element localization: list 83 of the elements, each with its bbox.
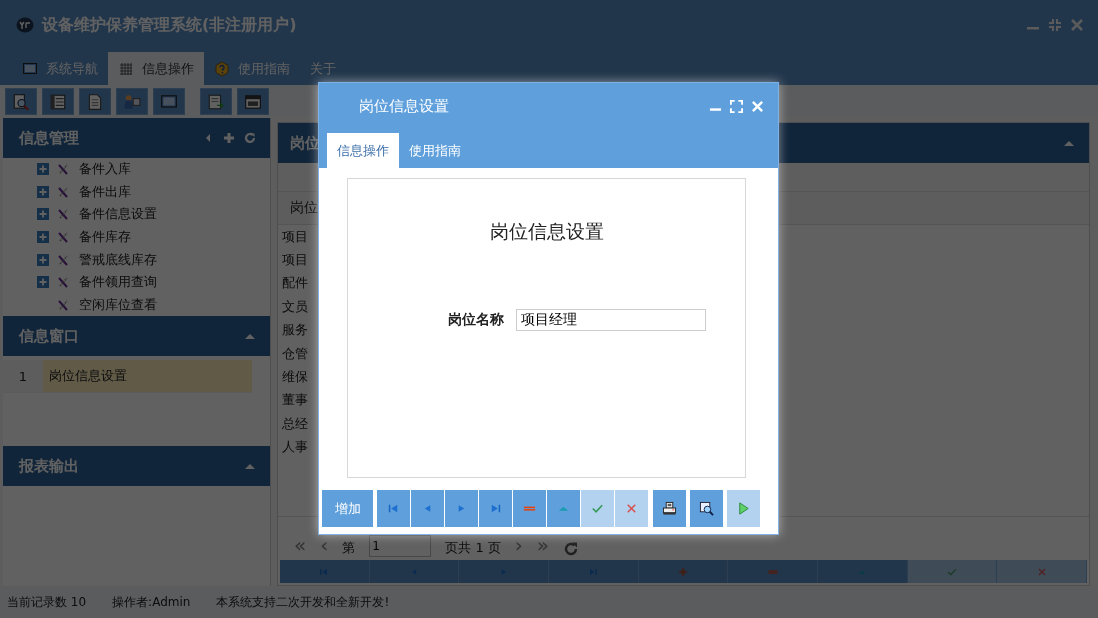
field-label: 岗位名称 [447, 311, 504, 329]
toolbar-button[interactable] [237, 88, 269, 115]
plus-icon [677, 565, 689, 578]
table-cell-text: 维保 [281, 368, 308, 387]
tools-icon [57, 162, 71, 177]
tree-item[interactable]: 备件库存 [79, 227, 131, 246]
toolbar-button[interactable] [5, 88, 37, 115]
monitor-icon [160, 92, 178, 111]
column-header[interactable]: 岗位 [278, 199, 318, 217]
tool-button[interactable] [653, 490, 686, 527]
table-cell-text: 人事 [281, 438, 308, 457]
expand-icon[interactable] [37, 163, 49, 176]
toolbar-button[interactable] [42, 88, 74, 115]
expand-icon[interactable] [37, 208, 49, 221]
expand-icon[interactable] [37, 185, 49, 198]
panel-title: 报表输出 [19, 456, 79, 476]
plus-icon[interactable] [223, 132, 235, 144]
table-cell-text: 服务 [281, 321, 308, 340]
tree-item[interactable]: 警戒底线库存 [79, 250, 157, 269]
toolbar-button[interactable] [153, 88, 185, 115]
panel-title: 岗位 [290, 133, 320, 153]
tools-icon [57, 275, 71, 290]
refresh-icon[interactable] [244, 132, 256, 144]
grid-icon [118, 60, 134, 77]
document-icon [86, 92, 104, 111]
expand-icon[interactable] [37, 253, 49, 266]
window-icon [244, 92, 262, 111]
toolbar-button[interactable] [79, 88, 111, 115]
last-page-link[interactable]: » [536, 533, 550, 557]
tree-item[interactable]: 备件信息设置 [79, 205, 157, 224]
panel-title: 信息窗口 [19, 326, 79, 346]
logo-icon [16, 17, 34, 33]
close-icon[interactable] [1070, 18, 1084, 32]
next-page-link[interactable]: › [514, 533, 523, 557]
window-item[interactable]: 岗位信息设置 [43, 360, 252, 392]
add-button[interactable]: 增加 [322, 490, 373, 527]
dialog-tab[interactable]: 使用指南 [399, 133, 471, 168]
tool-button[interactable] [690, 490, 723, 527]
maximize-icon[interactable] [730, 99, 743, 113]
status-text: 本系统支持二次开发和全新开发! [216, 593, 390, 611]
table-cell-text: 项目 [281, 251, 308, 270]
menu-tab[interactable]: 信息操作 [108, 52, 204, 85]
tree-item[interactable]: 备件入库 [79, 160, 131, 179]
table-cell-text: 项目 [281, 227, 308, 246]
printer-icon [662, 501, 677, 516]
previous-page-link[interactable]: ‹ [320, 533, 329, 557]
expand-icon[interactable] [37, 276, 49, 289]
table-cell-text: 文员 [281, 297, 308, 316]
restore-icon[interactable] [1048, 18, 1062, 32]
list-icon [49, 92, 67, 111]
monitor-icon [22, 60, 38, 77]
play-icon [736, 501, 751, 516]
page-field[interactable]: 1 [369, 535, 432, 557]
toolbar-button[interactable] [116, 88, 148, 115]
export-icon [207, 92, 225, 111]
cross-icon [624, 501, 639, 516]
nav-button[interactable] [638, 560, 729, 583]
row-number: 1 [3, 360, 43, 392]
input-field[interactable]: 项目经理 [515, 309, 706, 331]
refresh-icon[interactable] [563, 541, 580, 557]
expand-icon[interactable] [37, 230, 49, 243]
magnifier-icon [12, 92, 30, 111]
dialog-title: 岗位信息设置 [359, 96, 450, 116]
panel-title: 信息管理 [19, 128, 79, 148]
table-cell-text: 仓管 [281, 344, 308, 363]
page-label: 第 [342, 539, 356, 557]
table-cell-text: 配件 [281, 274, 308, 293]
tools-icon [57, 207, 71, 222]
dialog-tab[interactable]: 信息操作 [327, 133, 399, 168]
table-cell-text: 董事 [281, 391, 308, 410]
help-icon [214, 60, 230, 77]
status-text: 操作者:Admin [112, 593, 191, 611]
magnifier-icon [699, 501, 714, 516]
status-text: 当前记录数 10 [7, 593, 87, 611]
tree-item[interactable]: 空闲库位查看 [79, 295, 157, 314]
toolbar-button[interactable] [200, 88, 232, 115]
first-page-link[interactable]: « [294, 533, 307, 557]
page-total: 页共 1 页 [445, 539, 501, 557]
form-heading: 岗位信息设置 [489, 219, 604, 244]
tree-item[interactable]: 备件领用查询 [79, 273, 157, 292]
person-icon [123, 92, 141, 111]
tree-item[interactable]: 备件出库 [79, 182, 131, 201]
table-cell-text: 总经 [281, 414, 308, 433]
